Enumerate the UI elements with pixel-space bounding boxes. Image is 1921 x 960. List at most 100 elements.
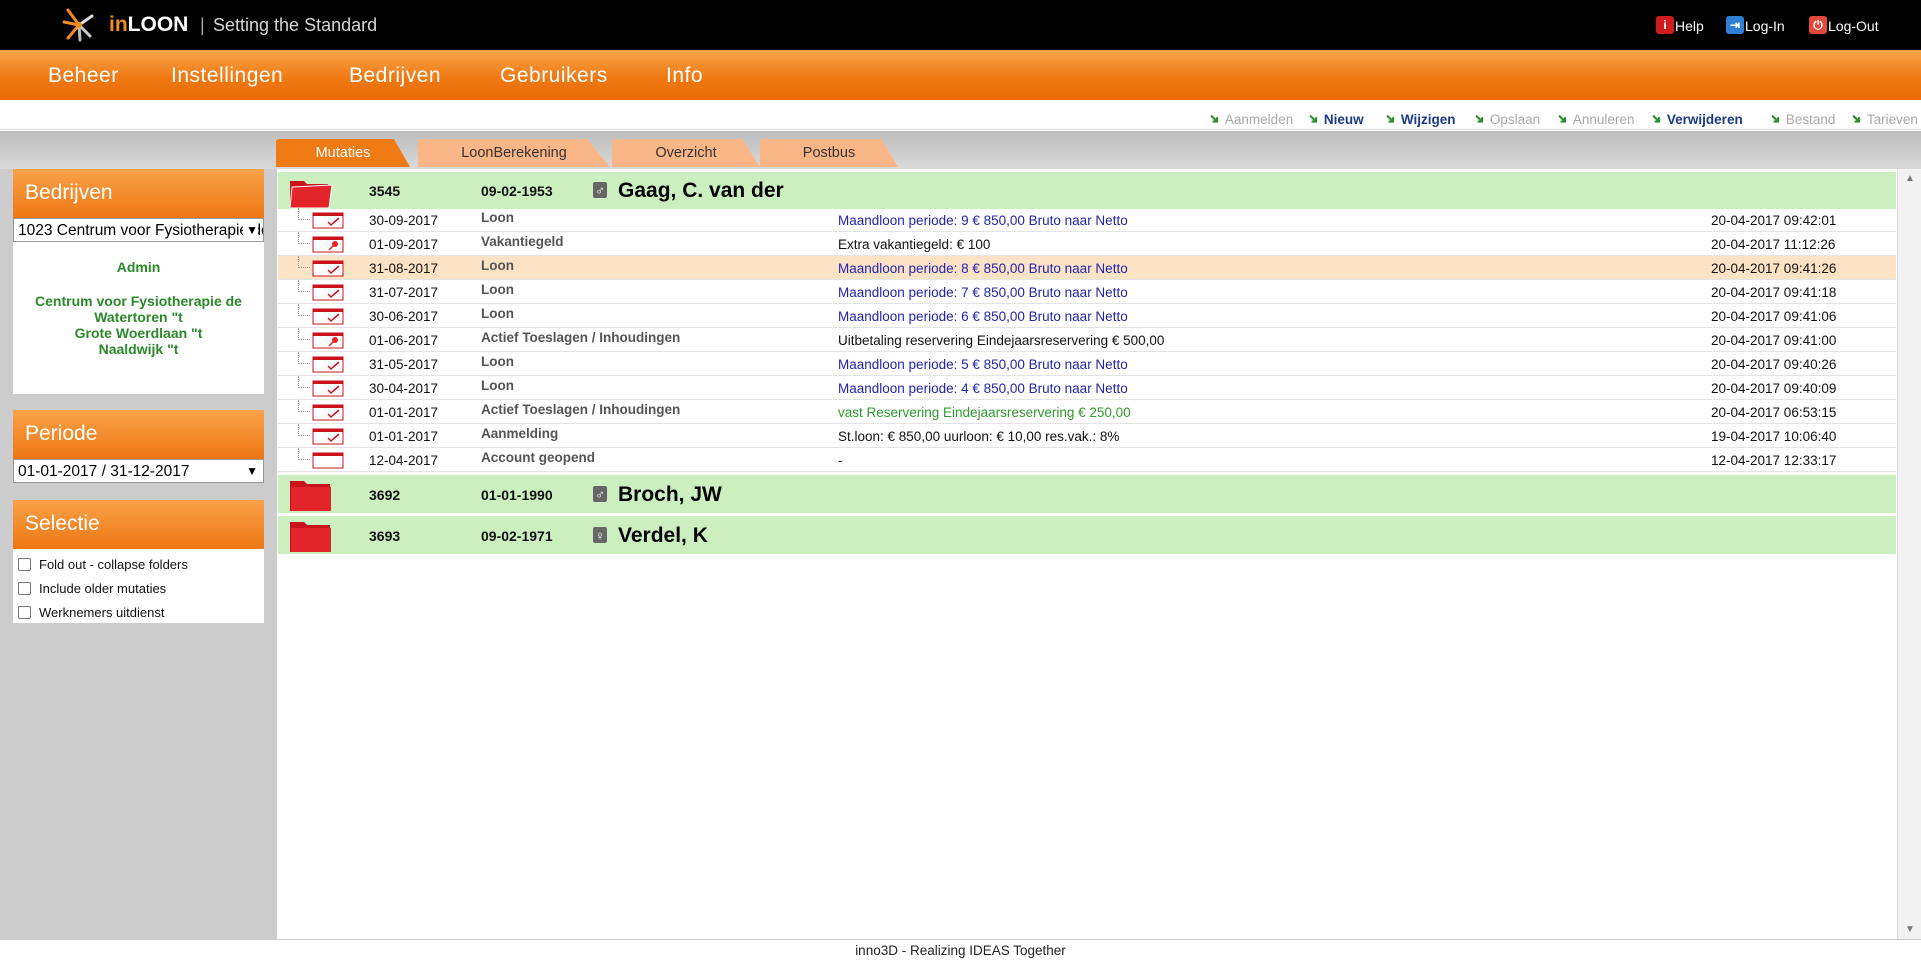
brand-name[interactable]: inLOON — [109, 13, 188, 37]
arrow-icon: ➜ — [1381, 109, 1400, 128]
nieuw-button[interactable]: ➜ Nieuw — [1305, 109, 1364, 127]
arrow-icon: ➜ — [1470, 109, 1489, 128]
annuleren-button[interactable]: ➜ Annuleren — [1554, 109, 1635, 127]
fold-out-checkbox-row[interactable]: Fold out - collapse folders — [13, 552, 264, 576]
uitdienst-checkbox[interactable] — [18, 605, 31, 619]
tree-connector — [298, 280, 310, 292]
arrow-icon: ➜ — [1766, 109, 1785, 128]
nav-bedrijven[interactable]: Bedrijven — [349, 64, 441, 88]
nav-instellingen[interactable]: Instellingen — [171, 64, 283, 88]
older-mutaties-checkbox-row[interactable]: Include older mutaties — [13, 576, 264, 600]
mutation-description: St.loon: € 850,00 uurloon: € 10,00 res.v… — [838, 429, 1120, 444]
male-icon: ♂ — [593, 182, 607, 198]
mutation-date: 30-06-2017 — [369, 309, 439, 324]
mutation-type: Loon — [481, 282, 514, 297]
mutation-date: 12-04-2017 — [369, 453, 439, 468]
mutation-row[interactable]: 01-01-2017 Aanmelding St.loon: € 850,00 … — [278, 424, 1896, 448]
older-mutaties-checkbox[interactable] — [18, 581, 31, 595]
employee-row[interactable]: 3692 01-01-1990 ♂ Broch, JW — [278, 475, 1896, 513]
logout-link[interactable]: ⏻ Log-Out — [1809, 16, 1879, 34]
login-link[interactable]: ⇥ Log-In — [1726, 16, 1785, 34]
tarieven-button[interactable]: ➜ Tarieven — [1848, 109, 1918, 127]
employee-name[interactable]: Broch, JW — [618, 483, 722, 507]
folder-check-icon — [312, 356, 344, 373]
mutation-row[interactable]: 01-09-2017 Vakantiegeld Extra vakantiege… — [278, 232, 1896, 256]
mutation-type: Loon — [481, 378, 514, 393]
logout-label: Log-Out — [1828, 18, 1879, 34]
mutation-row[interactable]: 31-05-2017 Loon Maandloon periode: 5 € 8… — [278, 352, 1896, 376]
open-folder-icon[interactable] — [288, 175, 333, 209]
help-label: Help — [1675, 18, 1704, 34]
tab-mutaties[interactable]: Mutaties — [276, 139, 410, 167]
mutation-timestamp: 20-04-2017 11:12:26 — [1711, 237, 1836, 252]
mutation-description: Maandloon periode: 4 € 850,00 Bruto naar… — [838, 381, 1128, 396]
arrow-icon: ➜ — [1847, 109, 1866, 128]
mutation-date: 31-05-2017 — [369, 357, 439, 372]
mutation-row[interactable]: 30-09-2017 Loon Maandloon periode: 9 € 8… — [278, 208, 1896, 232]
folder-check-icon — [312, 380, 344, 397]
folder-check-icon — [312, 428, 344, 445]
folder-check-icon — [312, 284, 344, 301]
employee-row[interactable]: 3545 09-02-1953 ♂ Gaag, C. van der — [278, 172, 1896, 209]
employee-number: 3545 — [369, 183, 401, 199]
vertical-scrollbar[interactable]: ▲ ▼ — [1897, 169, 1921, 939]
role-label: Admin — [116, 259, 161, 275]
mutation-type: Actief Toeslagen / Inhoudingen — [481, 402, 681, 417]
closed-folder-icon[interactable] — [288, 519, 333, 553]
mutation-description: Maandloon periode: 5 € 850,00 Bruto naar… — [838, 357, 1128, 372]
mutation-row-selected[interactable]: 31-08-2017 Loon Maandloon periode: 8 € 8… — [278, 256, 1896, 280]
nav-info[interactable]: Info — [666, 64, 703, 88]
mutation-timestamp: 19-04-2017 10:06:40 — [1711, 429, 1837, 444]
mutation-date: 01-01-2017 — [369, 405, 439, 420]
mutation-timestamp: 20-04-2017 09:41:06 — [1711, 309, 1837, 324]
mutation-row[interactable]: 01-06-2017 Actief Toeslagen / Inhoudinge… — [278, 328, 1896, 352]
login-label: Log-In — [1745, 18, 1785, 34]
help-link[interactable]: i Help — [1656, 16, 1704, 34]
aanmelden-button[interactable]: ➜ Aanmelden — [1206, 109, 1294, 127]
employee-name[interactable]: Verdel, K — [618, 524, 708, 548]
periode-title: Periode — [13, 410, 264, 459]
period-select[interactable]: 01-01-2017 / 31-12-2017 ▼ — [13, 459, 264, 483]
folder-check-icon — [312, 260, 344, 277]
scroll-up-icon[interactable]: ▲ — [1905, 173, 1915, 184]
company-name-line1: Centrum voor Fysiotherapie de — [35, 293, 242, 309]
opslaan-button[interactable]: ➜ Opslaan — [1471, 109, 1541, 127]
selectie-title: Selectie — [13, 500, 264, 549]
power-icon: ⏻ — [1809, 16, 1827, 34]
nav-beheer[interactable]: Beheer — [48, 64, 119, 88]
bestand-button[interactable]: ➜ Bestand — [1767, 109, 1836, 127]
male-icon: ♂ — [593, 486, 607, 502]
employee-number: 3693 — [369, 528, 401, 544]
tab-loonberekening[interactable]: LoonBerekening — [418, 139, 610, 167]
mutation-date: 31-07-2017 — [369, 285, 439, 300]
tree-connector — [298, 352, 310, 364]
mutation-date: 01-09-2017 — [369, 237, 439, 252]
employee-name[interactable]: Gaag, C. van der — [618, 179, 784, 203]
nav-gebruikers[interactable]: Gebruikers — [500, 64, 608, 88]
mutation-row[interactable]: 30-06-2017 Loon Maandloon periode: 6 € 8… — [278, 304, 1896, 328]
folder-pin-icon — [312, 332, 344, 349]
periode-panel: Periode 01-01-2017 / 31-12-2017 ▼ — [13, 410, 264, 485]
wijzigen-button[interactable]: ➜ Wijzigen — [1382, 109, 1456, 127]
tab-postbus[interactable]: Postbus — [760, 139, 898, 167]
scroll-down-icon[interactable]: ▼ — [1905, 924, 1915, 935]
fold-out-checkbox[interactable] — [18, 557, 31, 571]
employee-number: 3692 — [369, 487, 401, 503]
company-select[interactable]: 1023 Centrum voor Fysiotherapie de Water… — [13, 218, 264, 242]
verwijderen-button[interactable]: ➜ Verwijderen — [1648, 109, 1743, 127]
mutation-timestamp: 20-04-2017 09:41:18 — [1711, 285, 1837, 300]
mutation-row[interactable]: 12-04-2017 Account geopend - 12-04-2017 … — [278, 448, 1896, 472]
mutation-timestamp: 20-04-2017 06:53:15 — [1711, 405, 1837, 420]
folder-check-icon — [312, 308, 344, 325]
mutation-description: Extra vakantiegeld: € 100 — [838, 237, 991, 252]
tree-connector — [298, 328, 310, 340]
uitdienst-checkbox-row[interactable]: Werknemers uitdienst — [13, 600, 264, 624]
closed-folder-icon[interactable] — [288, 478, 333, 512]
mutation-row[interactable]: 30-04-2017 Loon Maandloon periode: 4 € 8… — [278, 376, 1896, 400]
mutation-timestamp: 20-04-2017 09:41:26 — [1711, 261, 1837, 276]
company-city: Naaldwijk "t — [98, 341, 179, 357]
mutation-row[interactable]: 01-01-2017 Actief Toeslagen / Inhoudinge… — [278, 400, 1896, 424]
mutation-row[interactable]: 31-07-2017 Loon Maandloon periode: 7 € 8… — [278, 280, 1896, 304]
employee-row[interactable]: 3693 09-02-1971 ♀ Verdel, K — [278, 516, 1896, 554]
tab-overzicht[interactable]: Overzicht — [612, 139, 760, 167]
